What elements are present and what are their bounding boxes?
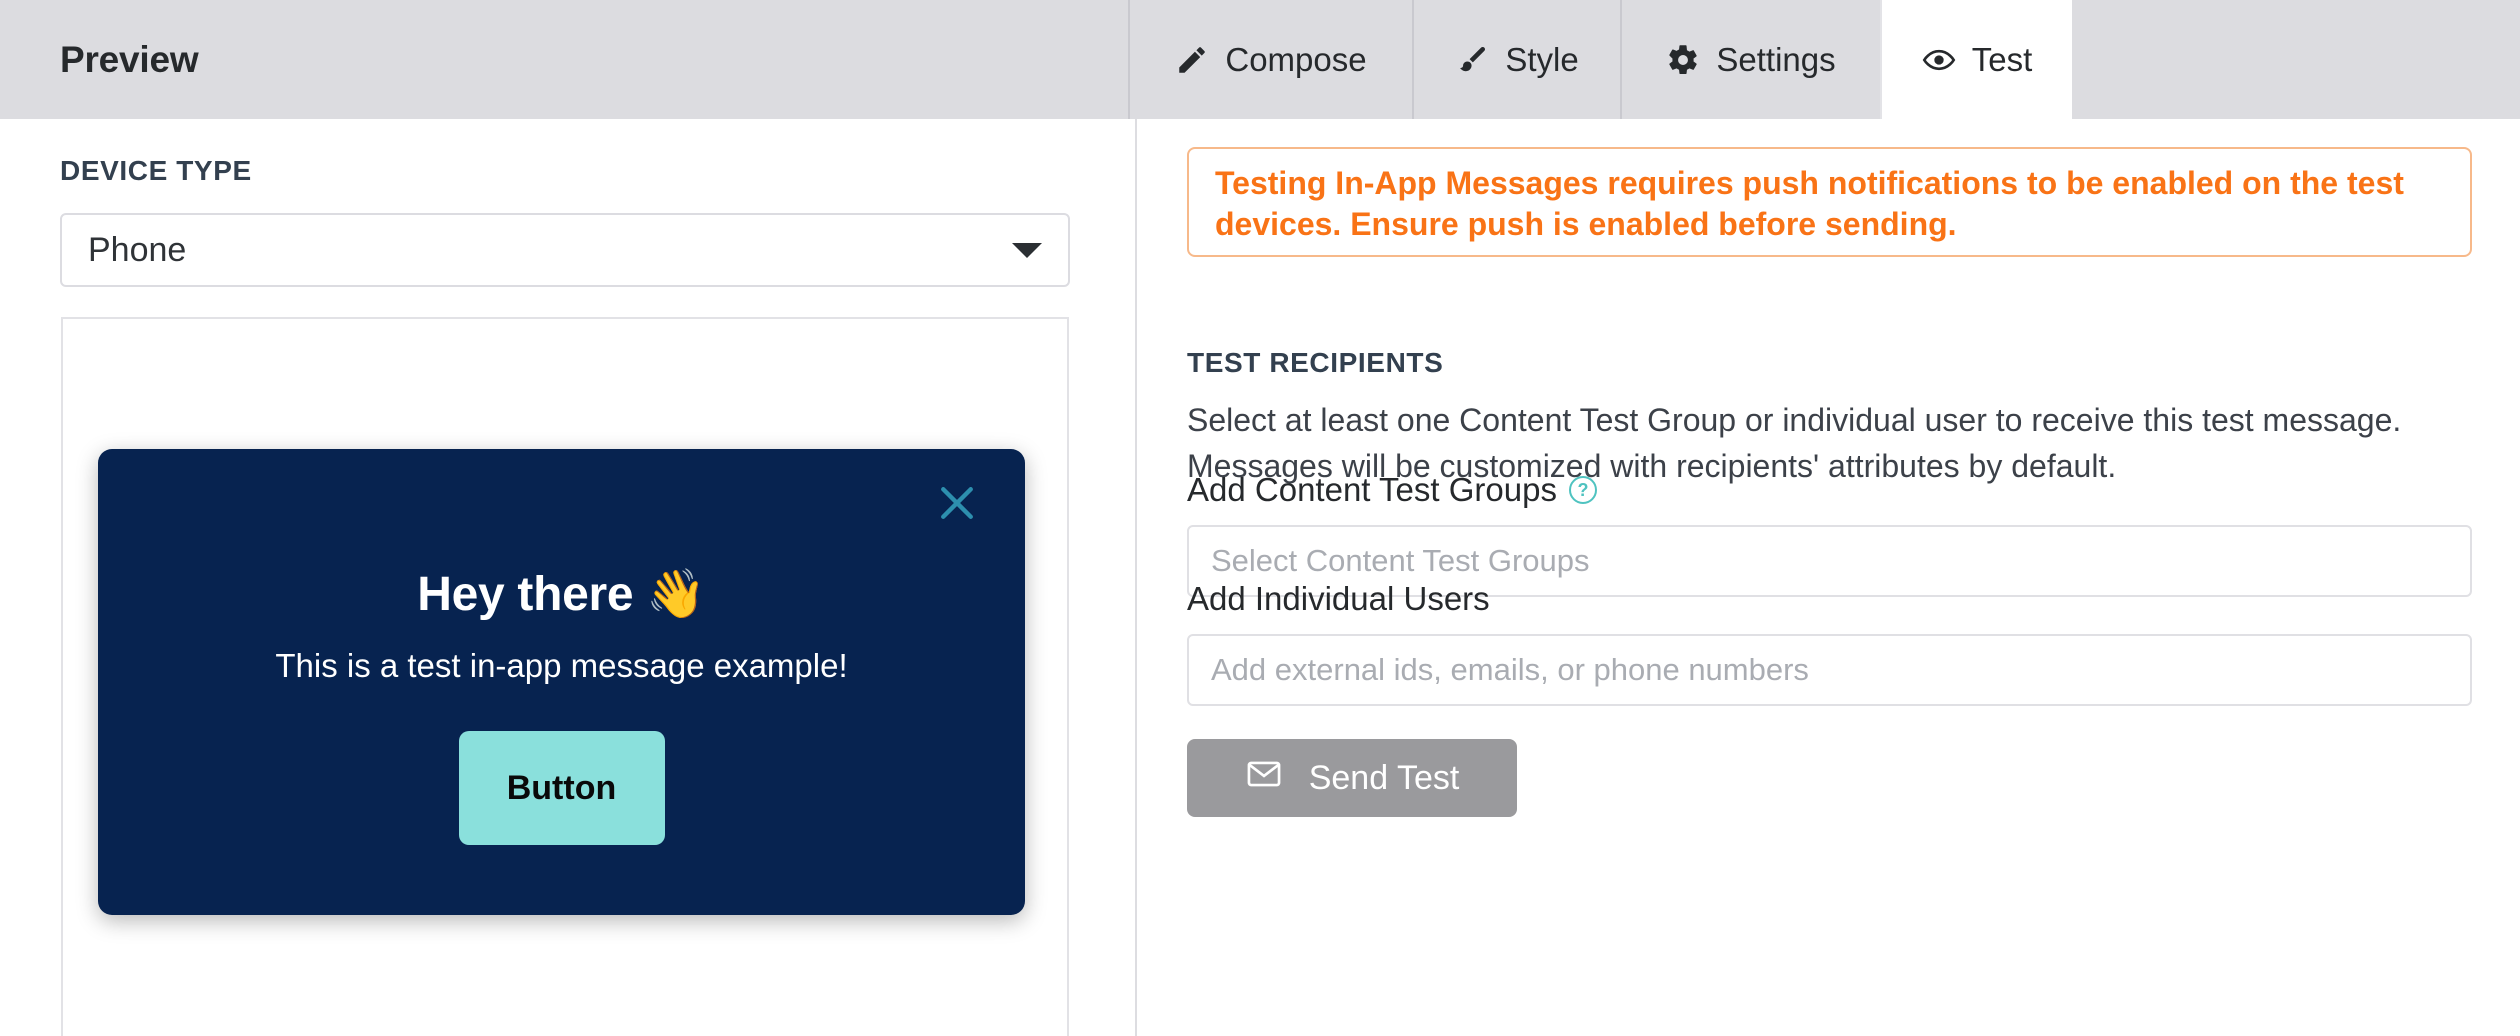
tab-compose-label: Compose [1225,40,1367,78]
device-type-value: Phone [88,230,187,269]
tab-style-label: Style [1505,40,1579,78]
tab-style[interactable]: Style [1412,0,1620,119]
page-title: Preview [60,38,199,80]
tab-test[interactable]: Test [1880,0,2072,119]
tab-compose[interactable]: Compose [1128,0,1412,119]
preview-panel: DEVICE TYPE Phone Hey there 👋 This is a … [0,119,1135,1036]
content-area: DEVICE TYPE Phone Hey there 👋 This is a … [0,119,2520,1036]
test-recipients-heading: TEST RECIPIENTS [1187,347,1444,378]
tab-test-label: Test [1971,40,2033,78]
tab-bar: Compose Style Settings Test [1128,0,2072,119]
send-test-label: Send Test [1308,758,1460,797]
send-test-button[interactable]: Send Test [1187,739,1517,817]
message-button-wrap: Button [98,731,1025,845]
message-title: Hey there 👋 [417,568,706,621]
individual-users-label: Add Individual Users [1187,580,1490,618]
eye-icon [1922,43,1956,77]
gear-icon [1666,43,1700,77]
content-test-groups-label: Add Content Test Groups ? [1187,471,1597,509]
content-test-groups-label-text: Add Content Test Groups [1187,471,1557,508]
in-app-message-card: Hey there 👋 This is a test in-app messag… [98,449,1025,915]
pencil-icon [1175,43,1209,77]
test-panel: Testing In-App Messages requires push no… [1137,119,2520,1036]
envelope-icon [1245,755,1283,802]
individual-users-label-text: Add Individual Users [1187,580,1490,617]
message-cta-button[interactable]: Button [458,731,665,845]
message-body: This is a test in-app message example! [275,647,848,684]
tab-settings-label: Settings [1716,40,1836,78]
device-type-select[interactable]: Phone [60,213,1070,287]
push-warning-text: Testing In-App Messages requires push no… [1215,165,2404,242]
paintbrush-icon [1455,43,1489,77]
tab-settings[interactable]: Settings [1620,0,1880,119]
chevron-down-icon [1012,242,1042,258]
individual-users-input[interactable] [1187,634,2472,706]
question-mark-icon[interactable]: ? [1568,476,1597,504]
device-type-label: DEVICE TYPE [60,155,252,186]
close-icon[interactable] [929,475,985,531]
device-preview-frame: Hey there 👋 This is a test in-app messag… [61,317,1069,1036]
push-warning-banner: Testing In-App Messages requires push no… [1187,147,2472,257]
app-header: Preview Compose Style Settings Test [0,0,2520,119]
